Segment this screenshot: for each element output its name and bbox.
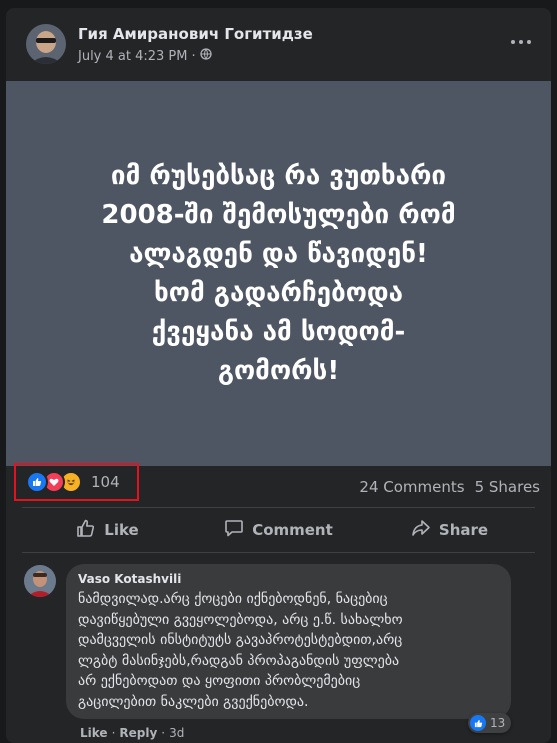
dot: [519, 40, 523, 44]
comment-button[interactable]: Comment: [193, 514, 364, 546]
post-meta: July 4 at 4:23 PM ·: [78, 48, 212, 64]
dot: [511, 40, 515, 44]
like-icon: [470, 715, 486, 731]
shares-count-link[interactable]: 5 Shares: [475, 478, 540, 496]
comment-reaction-count: 13: [490, 716, 506, 730]
divider: [22, 507, 535, 508]
comment-reply-link[interactable]: Reply: [119, 726, 157, 740]
like-button[interactable]: Like: [22, 514, 193, 546]
post-timestamp[interactable]: July 4 at 4:23 PM: [78, 49, 188, 64]
commenter-avatar[interactable]: [24, 565, 56, 597]
comment-like-link[interactable]: Like: [80, 726, 108, 740]
post-card: Гия Амиранович Гогитидзе July 4 at 4:23 …: [6, 8, 551, 743]
post-action-bar: Like Comment Share: [22, 514, 535, 546]
like-icon: [26, 471, 48, 493]
footer-separator: ·: [161, 726, 166, 740]
divider: [22, 552, 535, 553]
comment-author[interactable]: Vaso Kotashvili: [78, 572, 499, 586]
globe-icon: [199, 48, 212, 64]
engagement-stats: 24 Comments 5 Shares: [359, 478, 540, 496]
thumbs-up-icon: [76, 518, 96, 542]
share-label: Share: [438, 521, 489, 539]
comment-reactions[interactable]: 13: [468, 713, 512, 733]
author-avatar[interactable]: [26, 24, 66, 64]
comment-footer: Like · Reply · 3d: [80, 726, 184, 740]
comment-text: ნამდვილად.არც ქოცები იქნებოდნენ, ნაცებიც…: [78, 591, 403, 710]
reaction-icons: [26, 471, 82, 493]
share-button[interactable]: Share: [364, 514, 535, 546]
comment-bubble-icon: [224, 518, 244, 542]
comments-count-link[interactable]: 24 Comments: [359, 478, 464, 496]
post-image-text: იმ რუსებსაც რა ვუთხარი 2008-ში შემოსულებ…: [101, 160, 456, 386]
meta-separator: ·: [191, 48, 196, 64]
comment-time[interactable]: 3d: [169, 726, 184, 740]
comment-label: Comment: [252, 521, 333, 539]
post-image[interactable]: იმ რუსებსაც რა ვუთხარი 2008-ში შემოსულებ…: [6, 81, 551, 466]
more-options-button[interactable]: [509, 36, 533, 48]
comment-bubble: Vaso Kotashvili ნამდვილად.არც ქოცები იქნ…: [66, 564, 511, 719]
post-author[interactable]: Гия Амиранович Гогитидзе: [78, 25, 313, 43]
share-arrow-icon: [411, 518, 431, 542]
dot: [527, 40, 531, 44]
reaction-count: 104: [91, 473, 120, 491]
like-label: Like: [104, 521, 139, 539]
reactions-summary[interactable]: 104: [14, 463, 139, 501]
footer-separator: ·: [111, 726, 116, 740]
